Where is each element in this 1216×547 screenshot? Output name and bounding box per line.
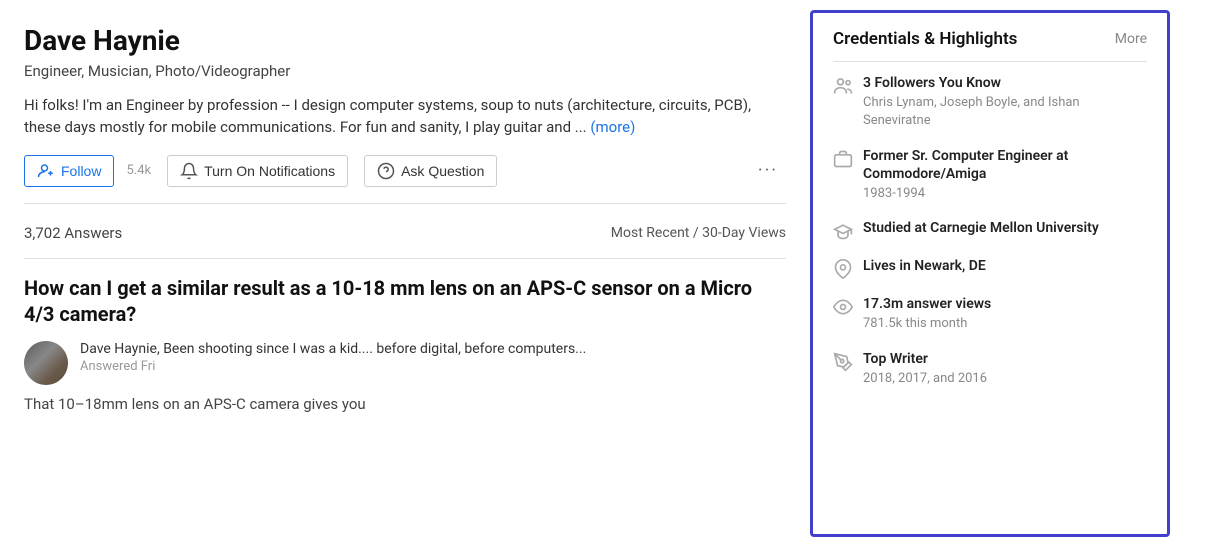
credential-subtitle-5: 2018, 2017, and 2016	[863, 370, 1147, 388]
question-title[interactable]: How can I get a similar result as a 10-1…	[24, 275, 786, 327]
credential-content-4: 17.3m answer views 781.5k this month	[863, 295, 1147, 333]
credential-content-1: Former Sr. Computer Engineer at Commodor…	[863, 147, 1147, 204]
credential-item-4: 17.3m answer views 781.5k this month	[833, 295, 1147, 333]
main-content: Dave Haynie Engineer, Musician, Photo/Vi…	[0, 0, 810, 547]
credential-title-1: Former Sr. Computer Engineer at Commodor…	[863, 147, 1147, 183]
views-icon	[833, 297, 853, 317]
profile-name: Dave Haynie	[24, 24, 786, 58]
credential-content-0: 3 Followers You Know Chris Lynam, Joseph …	[863, 74, 1147, 131]
notifications-button[interactable]: Turn On Notifications	[167, 155, 348, 187]
bio-more-link[interactable]: (more)	[590, 118, 635, 136]
follow-icon	[37, 162, 55, 180]
sort-options[interactable]: Most Recent / 30-Day Views	[611, 225, 786, 241]
sidebar-more-button[interactable]: More	[1115, 31, 1147, 47]
profile-tagline: Engineer, Musician, Photo/Videographer	[24, 62, 786, 80]
answer-text: That 10–18mm lens on an APS-C camera giv…	[24, 393, 786, 416]
credential-subtitle-0: Chris Lynam, Joseph Boyle, and Ishan Sen…	[863, 94, 1147, 130]
credential-item-2: Studied at Carnegie Mellon University	[833, 219, 1147, 241]
credential-item-1: Former Sr. Computer Engineer at Commodor…	[833, 147, 1147, 204]
answer-preview: Dave Haynie, Been shooting since I was a…	[24, 341, 786, 385]
ask-question-button[interactable]: Ask Question	[364, 155, 497, 187]
avatar-image	[24, 341, 68, 385]
follow-label: Follow	[61, 163, 101, 179]
section-divider	[24, 258, 786, 259]
sidebar-header: Credentials & Highlights More	[833, 29, 1147, 62]
location-icon	[833, 259, 853, 279]
credentials-list: 3 Followers You Know Chris Lynam, Joseph …	[833, 74, 1147, 388]
bio-text: Hi folks! I'm an Engineer by profession …	[24, 96, 751, 137]
follow-button[interactable]: Follow	[24, 155, 114, 187]
answer-meta: Dave Haynie, Been shooting since I was a…	[80, 341, 786, 385]
credential-title-0: 3 Followers You Know	[863, 74, 1147, 92]
avatar	[24, 341, 68, 385]
answer-timestamp: Answered Fri	[80, 359, 786, 374]
ask-label: Ask Question	[401, 163, 484, 179]
question-section: How can I get a similar result as a 10-1…	[24, 275, 786, 416]
sort-label: Most Recent / 30-Day Views	[611, 225, 786, 241]
credential-item-5: Top Writer 2018, 2017, and 2016	[833, 350, 1147, 388]
credential-content-3: Lives in Newark, DE	[863, 257, 1147, 275]
credential-item-3: Lives in Newark, DE	[833, 257, 1147, 279]
credential-title-3: Lives in Newark, DE	[863, 257, 1147, 275]
profile-bio: Hi folks! I'm an Engineer by profession …	[24, 94, 786, 139]
answers-header: 3,702 Answers Most Recent / 30-Day Views	[24, 224, 786, 242]
answer-author: Dave Haynie, Been shooting since I was a…	[80, 341, 786, 357]
action-bar: Follow 5.4k Turn On Notifications Ask Qu…	[24, 155, 786, 204]
credential-title-5: Top Writer	[863, 350, 1147, 368]
answers-count: 3,702 Answers	[24, 224, 122, 242]
writer-icon	[833, 352, 853, 372]
education-icon	[833, 221, 853, 241]
credential-item-0: 3 Followers You Know Chris Lynam, Joseph …	[833, 74, 1147, 131]
credential-content-2: Studied at Carnegie Mellon University	[863, 219, 1147, 237]
credential-content-5: Top Writer 2018, 2017, and 2016	[863, 350, 1147, 388]
notifications-label: Turn On Notifications	[204, 163, 335, 179]
followers-icon	[833, 76, 853, 96]
credential-title-2: Studied at Carnegie Mellon University	[863, 219, 1147, 237]
more-options-button[interactable]: ···	[750, 156, 786, 185]
credential-subtitle-1: 1983-1994	[863, 185, 1147, 203]
work-icon	[833, 149, 853, 169]
credentials-sidebar: Credentials & Highlights More 3 Follower…	[810, 10, 1170, 537]
credential-subtitle-4: 781.5k this month	[863, 315, 1147, 333]
credential-title-4: 17.3m answer views	[863, 295, 1147, 313]
question-icon	[377, 162, 395, 180]
bell-icon	[180, 162, 198, 180]
sidebar-title: Credentials & Highlights	[833, 29, 1017, 49]
follow-count: 5.4k	[126, 163, 151, 178]
